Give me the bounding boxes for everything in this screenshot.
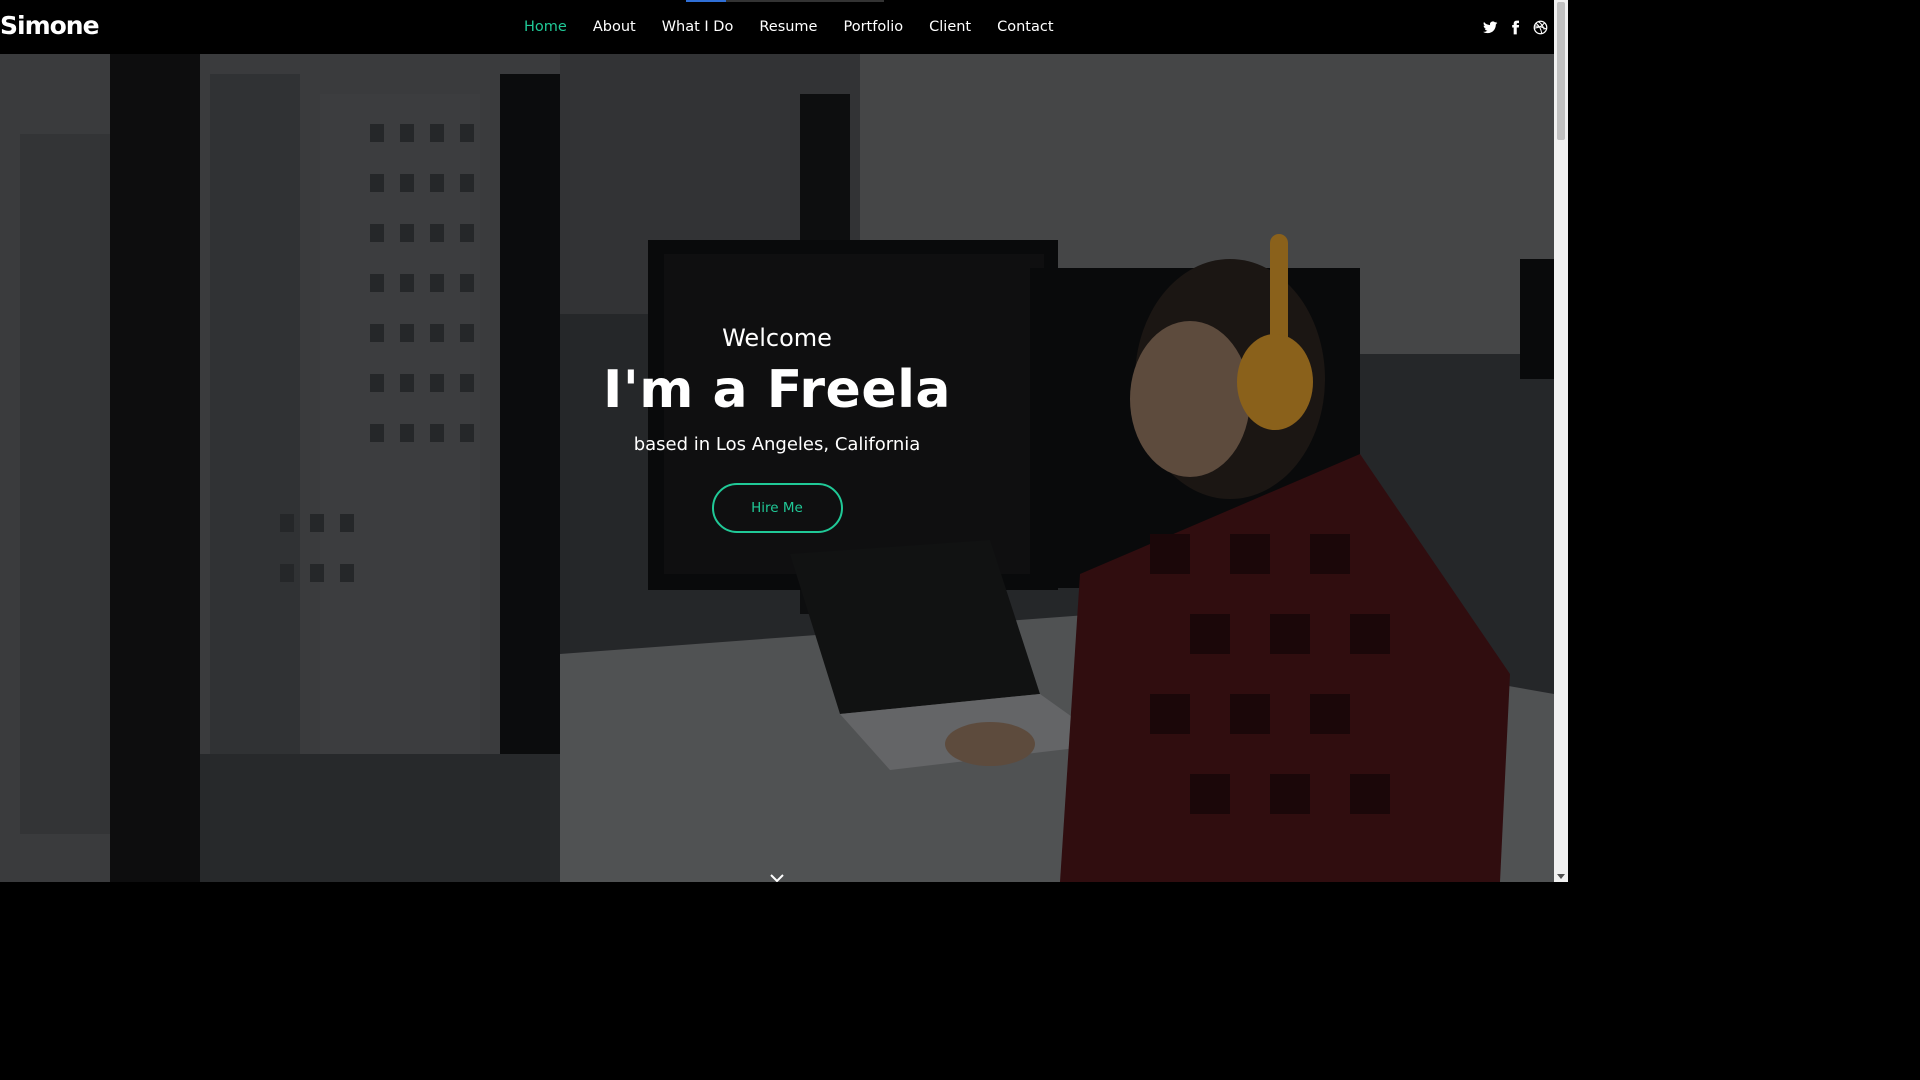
hero-subtitle: based in Los Angeles, California: [633, 434, 921, 455]
nav-resume[interactable]: Resume: [759, 19, 817, 35]
hero-content: Welcome I'm a Freela based in Los Angele…: [0, 324, 1554, 533]
twitter-icon[interactable]: [1483, 20, 1498, 35]
hero-headline: I'm a Freela: [602, 360, 952, 420]
page-loader: [686, 0, 884, 2]
main-nav: Home About What I Do Resume Portfolio Cl…: [524, 19, 1080, 35]
social-links: [1483, 20, 1548, 35]
scrollbar-thumb[interactable]: [1557, 2, 1565, 140]
scrollbar-down-arrow[interactable]: [1557, 874, 1565, 879]
page: Simone Home About What I Do Resume Portf…: [0, 0, 1568, 882]
hero-welcome: Welcome: [722, 324, 832, 352]
nav-contact[interactable]: Contact: [997, 19, 1053, 35]
facebook-icon[interactable]: [1508, 20, 1523, 35]
logo[interactable]: Simone: [0, 11, 100, 40]
nav-about[interactable]: About: [593, 19, 636, 35]
nav-what-i-do[interactable]: What I Do: [662, 19, 734, 35]
nav-home[interactable]: Home: [524, 19, 567, 35]
hero-section: Welcome I'm a Freela based in Los Angele…: [0, 54, 1554, 882]
nav-client[interactable]: Client: [929, 19, 971, 35]
hire-me-button[interactable]: Hire Me: [711, 483, 843, 533]
header: Simone Home About What I Do Resume Portf…: [0, 0, 1554, 54]
dribbble-icon[interactable]: [1533, 20, 1548, 35]
chevron-down-icon[interactable]: [770, 868, 784, 882]
nav-portfolio[interactable]: Portfolio: [843, 19, 903, 35]
page-scrollbar[interactable]: [1554, 0, 1568, 882]
